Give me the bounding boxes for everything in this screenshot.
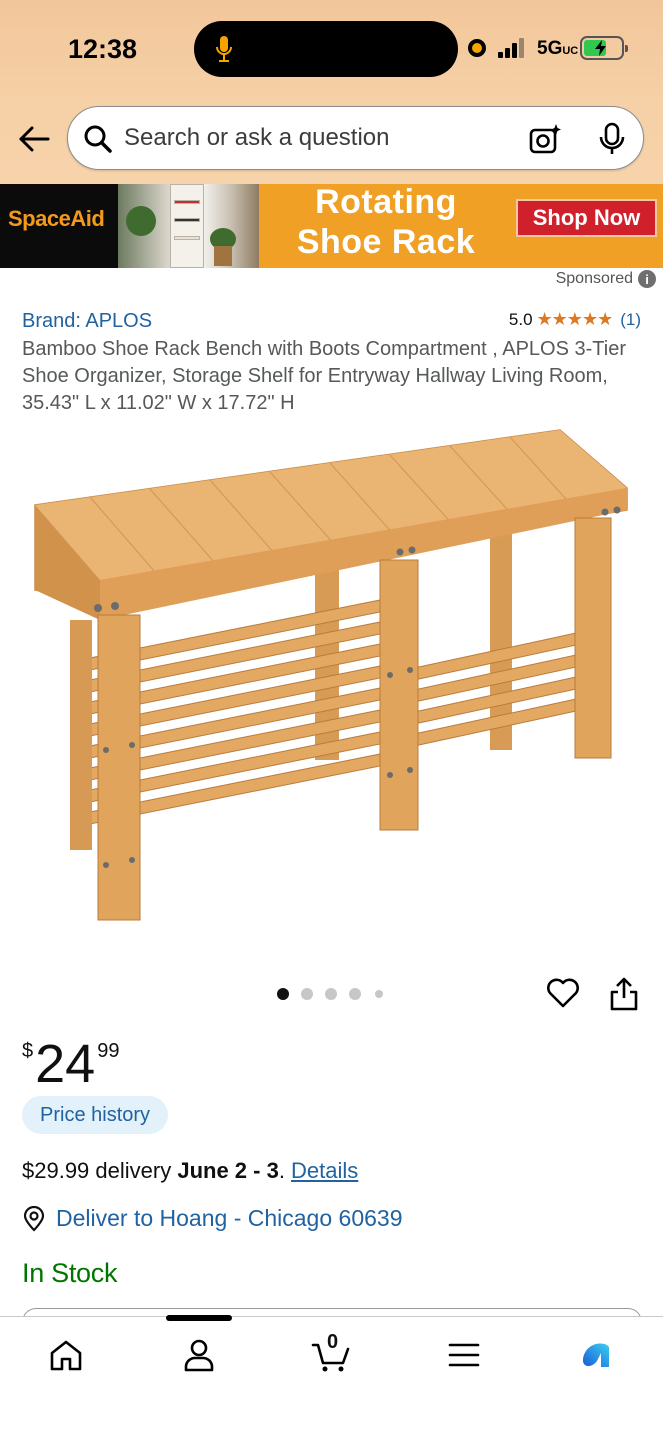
banner-photo xyxy=(118,184,259,268)
price-whole: 24 xyxy=(35,1034,96,1094)
sponsored-text: Sponsored xyxy=(555,270,633,287)
price-currency: $ xyxy=(22,1040,34,1062)
rufus-icon xyxy=(582,1343,609,1367)
delivery-period: . xyxy=(278,1158,292,1183)
cellular-signal-icon xyxy=(498,38,526,58)
search-input[interactable] xyxy=(124,121,504,155)
deliver-to-text: Deliver to Hoang - Chicago 60639 xyxy=(56,1205,403,1231)
home-icon xyxy=(50,1340,82,1371)
product-title: Bamboo Shoe Rack Bench with Boots Compar… xyxy=(22,338,626,414)
tab-rufus[interactable] xyxy=(577,1335,617,1375)
deliver-to-link[interactable]: Deliver to Hoang - Chicago 60639 xyxy=(22,1205,402,1232)
dynamic-island xyxy=(194,21,458,77)
delivery-info: $29.99 delivery June 2 - 3. Details xyxy=(22,1158,358,1184)
battery-icon xyxy=(580,36,628,60)
bottom-tab-bar: 0 xyxy=(0,1315,663,1440)
sponsored-banner[interactable]: SpaceAid Rotating Shoe Rack Shop Now xyxy=(0,184,663,268)
shop-now-button[interactable]: Shop Now xyxy=(516,199,657,237)
network-label: 5GUC xyxy=(537,38,579,59)
share-icon[interactable] xyxy=(608,976,640,1012)
rating-stars-icon: ★★★★★ xyxy=(536,309,614,329)
microphone-active-icon xyxy=(216,36,232,62)
product-image[interactable] xyxy=(20,420,643,940)
cart-count: 0 xyxy=(327,1331,339,1353)
details-link[interactable]: Details xyxy=(291,1158,358,1183)
banner-headline-line1: Rotating xyxy=(315,184,457,221)
sponsored-label[interactable]: Sponsored i xyxy=(556,270,656,288)
tab-cart[interactable]: 0 xyxy=(311,1331,351,1375)
pagination-dot[interactable] xyxy=(325,988,337,1000)
location-pin-icon xyxy=(23,1205,45,1232)
delivery-price: $29.99 delivery xyxy=(22,1158,178,1183)
search-icon xyxy=(84,125,112,153)
banner-headline-line2: Shoe Rack xyxy=(296,223,476,261)
delivery-dates: June 2 - 3 xyxy=(177,1158,279,1183)
recording-dot-icon xyxy=(468,39,486,57)
tab-indicator xyxy=(166,1315,232,1321)
menu-icon xyxy=(448,1343,480,1367)
tab-menu[interactable] xyxy=(444,1335,484,1375)
account-icon xyxy=(184,1339,214,1372)
banner-headline: Rotating Shoe Rack xyxy=(268,184,504,262)
banner-brand-area: SpaceAid xyxy=(0,184,118,268)
back-arrow-icon[interactable] xyxy=(17,122,51,156)
voice-search-icon[interactable] xyxy=(598,122,626,156)
price: $ 24 99 xyxy=(22,1036,119,1092)
info-icon[interactable]: i xyxy=(638,270,656,288)
status-time: 12:38 xyxy=(68,34,138,64)
brand-link[interactable]: Brand: APLOS xyxy=(22,310,152,333)
tab-account[interactable] xyxy=(179,1335,219,1375)
tab-home[interactable] xyxy=(46,1335,86,1375)
heart-icon[interactable] xyxy=(546,976,580,1010)
rating-count[interactable]: (1) xyxy=(620,310,641,330)
charging-bolt-icon xyxy=(595,40,606,56)
pagination-dot-active[interactable] xyxy=(277,988,289,1000)
stock-status: In Stock xyxy=(22,1258,118,1288)
rating-value: 5.0 xyxy=(508,309,533,329)
banner-brand-logo: SpaceAid xyxy=(8,206,105,231)
price-fraction: 99 xyxy=(97,1040,120,1062)
search-bar[interactable] xyxy=(67,106,644,170)
pagination-dot[interactable] xyxy=(301,988,313,1000)
pagination-dot[interactable] xyxy=(375,990,383,998)
price-history-button[interactable]: Price history xyxy=(22,1096,169,1134)
camera-search-icon[interactable] xyxy=(528,122,562,156)
rating-summary[interactable]: 5.0 ★★★★★ (1) xyxy=(509,309,641,330)
status-bar: 12:38 5GUC xyxy=(0,0,663,96)
image-pagination[interactable] xyxy=(277,988,387,1002)
pagination-dot[interactable] xyxy=(349,988,361,1000)
